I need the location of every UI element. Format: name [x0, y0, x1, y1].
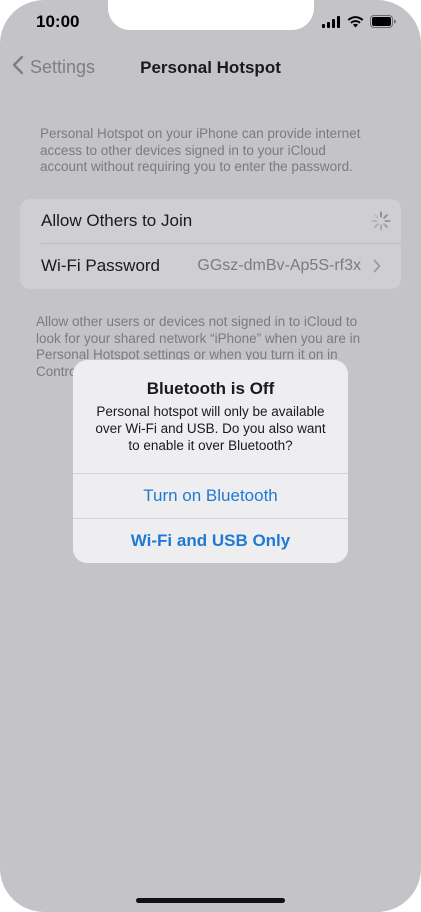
bluetooth-off-alert: Bluetooth is Off Personal hotspot will o… — [73, 360, 348, 563]
alert-message: Personal hotspot will only be available … — [89, 403, 332, 454]
home-indicator[interactable] — [136, 898, 285, 903]
alert-message-line: to enable it over Bluetooth? — [128, 438, 293, 453]
turn-on-bluetooth-button[interactable]: Turn on Bluetooth — [73, 474, 348, 518]
intro-line: account without requiring you to enter t… — [40, 159, 353, 174]
chevron-right-icon — [373, 259, 381, 278]
wifi-icon — [347, 15, 364, 33]
intro-line: access to other devices signed in to you… — [40, 142, 326, 158]
intro-line: Personal Hotspot on your iPhone can prov… — [40, 126, 361, 141]
allow-others-row[interactable]: Allow Others to Join — [20, 199, 401, 244]
status-bar: 10:00 — [0, 0, 421, 46]
alert-title: Bluetooth is Off — [146, 379, 275, 398]
wifi-usb-only-button[interactable]: Wi-Fi and USB Only — [73, 519, 348, 563]
wifi-password-label: Wi-Fi Password — [41, 256, 161, 275]
loading-spinner-icon — [371, 211, 391, 236]
footer-line: Allow other users or devices not signed … — [36, 314, 358, 329]
hotspot-settings-group: Allow Others to Join Wi-Fi Password GGsz… — [20, 199, 401, 289]
status-time: 10:00 — [36, 12, 80, 31]
phone-screen: 10:00 Settings Personal Hotspot Personal… — [0, 0, 421, 912]
alert-message-line: Personal hotspot will only be available — [96, 404, 325, 419]
allow-others-label: Allow Others to Join — [41, 211, 193, 230]
alert-message-line: over Wi-Fi and USB. Do you also want — [95, 421, 326, 436]
hotspot-intro-text: Personal Hotspot on your iPhone can prov… — [40, 126, 385, 176]
status-icons — [322, 15, 397, 33]
page-title: Personal Hotspot — [140, 58, 281, 77]
battery-icon — [370, 15, 397, 33]
cellular-signal-icon — [322, 15, 341, 33]
wifi-password-row[interactable]: Wi-Fi Password GGsz-dmBv-Ap5S-rf3x — [20, 244, 401, 289]
navigation-bar: Settings Personal Hotspot — [0, 50, 421, 86]
footer-line: look for your shared network “iPhone” wh… — [36, 330, 361, 346]
wifi-password-value: GGsz-dmBv-Ap5S-rf3x — [197, 257, 361, 274]
